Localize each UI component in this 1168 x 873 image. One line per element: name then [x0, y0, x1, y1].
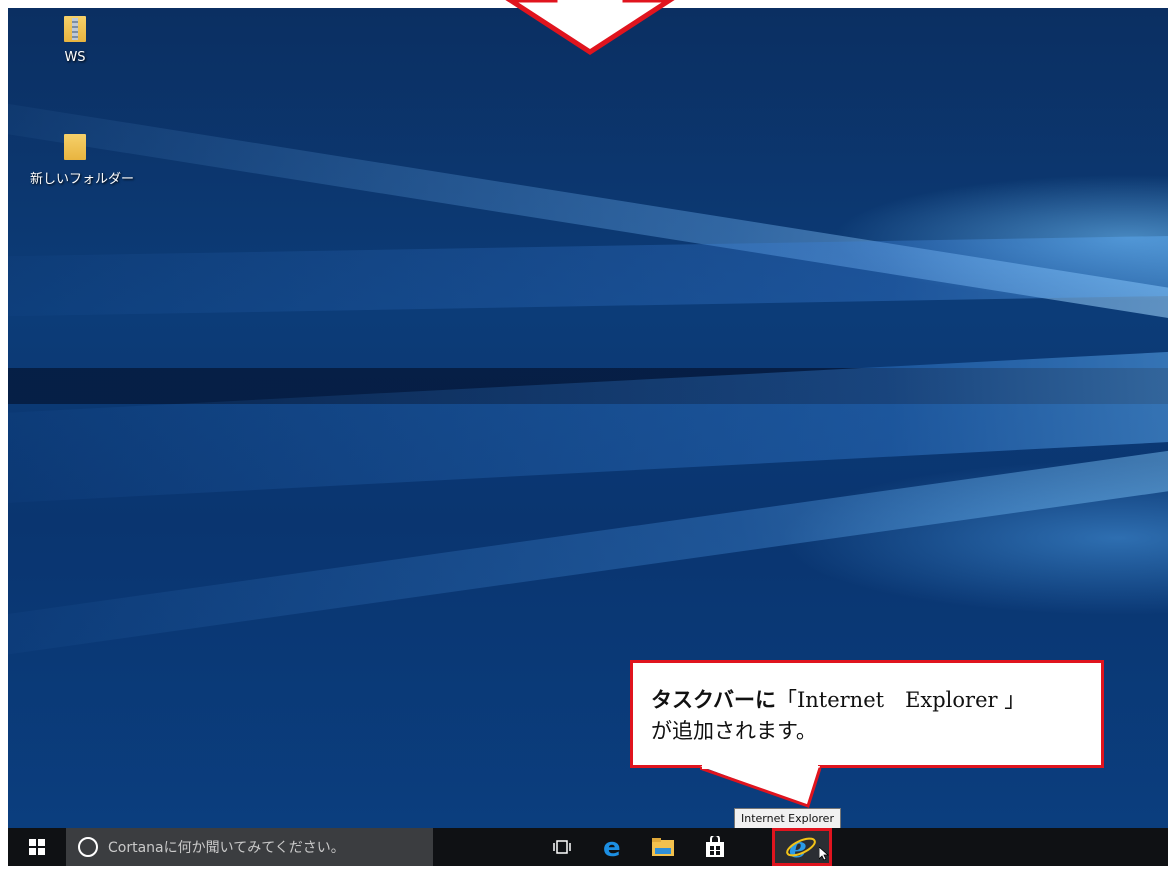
mouse-cursor-icon: [819, 847, 829, 861]
zip-folder-icon: [64, 16, 86, 42]
desktop-icon-label: 新しいフォルダー: [30, 172, 135, 187]
internet-explorer-icon: e: [786, 832, 816, 862]
taskbar: Cortanaに何か聞いてみてください。 e e: [8, 828, 1168, 866]
edge-button[interactable]: e: [586, 828, 640, 866]
callout-bold-text: タスクバーに: [651, 688, 776, 712]
task-view-icon: [553, 840, 571, 854]
callout-text: タスクバーに「Internet Explorer 」 が追加されます。: [651, 685, 1025, 747]
folder-icon: [64, 134, 86, 160]
store-icon: [706, 836, 724, 857]
wallpaper-beam: [8, 233, 1168, 318]
start-button[interactable]: [8, 828, 66, 866]
task-view-button[interactable]: [542, 828, 582, 866]
svg-text:e: e: [603, 835, 621, 859]
edge-icon: e: [603, 835, 621, 859]
store-button[interactable]: [688, 828, 742, 866]
cortana-icon: [78, 837, 98, 857]
tooltip: Internet Explorer: [734, 808, 841, 830]
cortana-search-box[interactable]: Cortanaに何か聞いてみてください。: [66, 828, 433, 866]
desktop-icon-new-folder[interactable]: 新しいフォルダー: [30, 134, 135, 187]
file-explorer-button[interactable]: [636, 828, 690, 866]
red-down-arrow-annotation: [505, 0, 675, 55]
desktop-icon-ws[interactable]: WS: [30, 16, 120, 65]
callout-line-1: タスクバーに「Internet Explorer 」: [651, 685, 1025, 716]
desktop-icon-label: WS: [64, 50, 86, 65]
callout-line-2: が追加されます。: [651, 719, 817, 743]
callout-text-rest: 「Internet Explorer 」: [775, 688, 1026, 712]
file-explorer-icon: [652, 838, 674, 856]
windows-logo-icon: [29, 839, 45, 855]
internet-explorer-button[interactable]: e: [772, 828, 832, 866]
search-placeholder: Cortanaに何か聞いてみてください。: [108, 840, 345, 856]
